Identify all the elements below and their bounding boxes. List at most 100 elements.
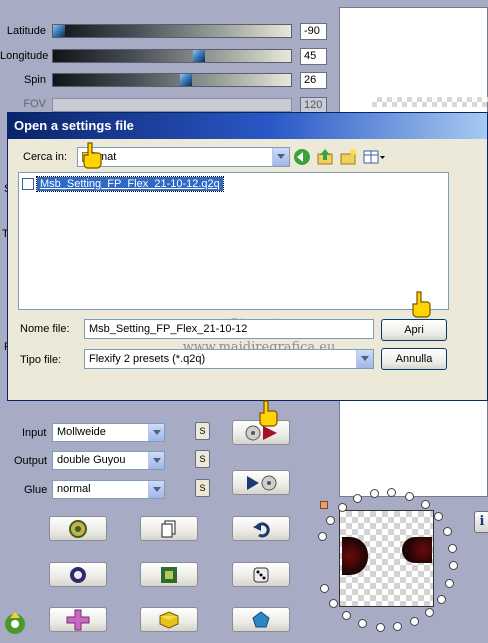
- copy-icon: [161, 520, 176, 537]
- longitude-slider[interactable]: [52, 49, 292, 63]
- file-item-name[interactable]: Msb_Setting_FP_Flex_21-10-12.q2q: [36, 175, 224, 192]
- ring-dot[interactable]: [393, 622, 403, 632]
- ring-dot[interactable]: [317, 532, 327, 542]
- preview-thumbnail: [339, 510, 434, 607]
- ring-dot[interactable]: [375, 623, 385, 633]
- input-select-value: Mollweide: [57, 426, 106, 438]
- save-preset-button[interactable]: [232, 470, 290, 495]
- chevron-down-icon[interactable]: [148, 452, 164, 469]
- copy-button[interactable]: [140, 516, 198, 541]
- ring-dot[interactable]: [410, 617, 420, 627]
- transparency-strip: [372, 97, 488, 107]
- preview-shape-left: [342, 537, 368, 575]
- file-list[interactable]: Msb_Setting_FP_Flex_21-10-12.q2q Pinucci…: [18, 172, 449, 355]
- filetype-select[interactable]: Flexify 2 presets (*.q2q): [84, 349, 374, 369]
- glue-select-value: normal: [57, 483, 91, 495]
- save-preset-icon: [247, 475, 277, 490]
- output-select-value: double Guyou: [57, 454, 126, 466]
- input-label: Input: [22, 427, 47, 439]
- glue-label: Glue: [24, 484, 48, 496]
- spin-slider[interactable]: [52, 73, 292, 87]
- input-s-button[interactable]: S: [195, 422, 210, 440]
- chevron-down-icon[interactable]: [272, 148, 289, 166]
- output-label: Output: [14, 455, 48, 467]
- pointing-hand-icon: [412, 291, 431, 318]
- open-button[interactable]: Apri: [381, 319, 447, 341]
- longitude-label: Longitude: [0, 50, 49, 62]
- ring-dot[interactable]: [369, 488, 379, 498]
- glue-select[interactable]: normal: [52, 480, 165, 499]
- chevron-down-icon[interactable]: [356, 350, 373, 368]
- ring-dot[interactable]: [329, 599, 339, 609]
- fov-label: FOV: [23, 98, 46, 110]
- ring-dot[interactable]: [443, 526, 453, 536]
- filename-label: Nome file:: [20, 323, 70, 335]
- up-folder-icon[interactable]: [316, 148, 334, 166]
- ring-dot[interactable]: [445, 578, 455, 588]
- glue-s-button[interactable]: S: [195, 479, 210, 497]
- ring-dot[interactable]: [437, 594, 447, 604]
- view-menu-icon[interactable]: [362, 148, 386, 166]
- latitude-slider[interactable]: [52, 24, 292, 38]
- cube-icon: [159, 610, 179, 629]
- latitude-slider-thumb[interactable]: [53, 25, 65, 37]
- chevron-down-icon[interactable]: [148, 424, 164, 441]
- ring-button[interactable]: [49, 562, 107, 587]
- ring-dot[interactable]: [433, 511, 443, 521]
- latitude-value[interactable]: -90: [300, 23, 327, 40]
- longitude-value[interactable]: 45: [300, 48, 327, 65]
- pentagon-icon: [252, 610, 270, 627]
- pointing-hand-icon: [259, 400, 278, 427]
- resize-handle[interactable]: [320, 501, 328, 509]
- filename-field[interactable]: Msb_Setting_FP_Flex_21-10-12: [84, 319, 374, 339]
- lookin-select[interactable]: mat: [77, 147, 290, 167]
- filetype-value: Flexify 2 presets (*.q2q): [89, 353, 206, 365]
- ring-dot[interactable]: [319, 584, 329, 594]
- plugin-logo-icon: [5, 612, 25, 634]
- input-select[interactable]: Mollweide: [52, 423, 165, 442]
- ring-dot[interactable]: [404, 491, 414, 501]
- ring-dot[interactable]: [448, 543, 458, 553]
- ring-dot[interactable]: [420, 499, 430, 509]
- cross-button[interactable]: [49, 607, 107, 632]
- undo-icon: [253, 521, 270, 537]
- lookin-label: Cerca in:: [23, 151, 68, 163]
- randomize-face-button[interactable]: [49, 516, 107, 541]
- file-item[interactable]: Msb_Setting_FP_Flex_21-10-12.q2q: [22, 175, 224, 192]
- frame-icon: [161, 566, 177, 583]
- longitude-slider-thumb[interactable]: [193, 50, 205, 62]
- ring-dot[interactable]: [358, 619, 368, 629]
- ring-dot[interactable]: [449, 561, 459, 571]
- ring-icon: [70, 566, 86, 583]
- spin-value[interactable]: 26: [300, 72, 327, 89]
- pointing-hand-icon: [83, 142, 102, 169]
- ring-dot[interactable]: [352, 493, 362, 503]
- preview-shape-right: [402, 537, 432, 563]
- open-settings-dialog: Open a settings file Cerca in: mat Msb_S…: [7, 112, 488, 401]
- undo-button[interactable]: [232, 516, 290, 541]
- info-button[interactable]: i: [474, 511, 488, 533]
- face-icon: [69, 519, 87, 538]
- filetype-label: Tipo file:: [20, 354, 62, 366]
- cross-icon: [66, 609, 90, 630]
- cancel-button[interactable]: Annulla: [381, 348, 447, 370]
- back-icon[interactable]: [293, 148, 311, 166]
- pentagon-button[interactable]: [232, 607, 290, 632]
- new-folder-icon[interactable]: [339, 148, 357, 166]
- file-icon: [22, 177, 34, 190]
- chevron-down-icon[interactable]: [148, 481, 164, 498]
- ring-dot[interactable]: [325, 516, 335, 526]
- frame-button[interactable]: [140, 562, 198, 587]
- ring-dot[interactable]: [425, 607, 435, 617]
- random-button[interactable]: [232, 562, 290, 587]
- fov-slider: [52, 98, 292, 112]
- cube-button[interactable]: [140, 607, 198, 632]
- output-s-button[interactable]: S: [195, 450, 210, 468]
- output-select[interactable]: double Guyou: [52, 451, 165, 470]
- dialog-title: Open a settings file: [8, 113, 487, 139]
- spin-slider-thumb[interactable]: [180, 74, 192, 86]
- latitude-label: Latitude: [6, 25, 46, 37]
- ring-dot[interactable]: [342, 611, 352, 621]
- spin-label: Spin: [23, 74, 46, 86]
- dice-icon: [253, 567, 269, 582]
